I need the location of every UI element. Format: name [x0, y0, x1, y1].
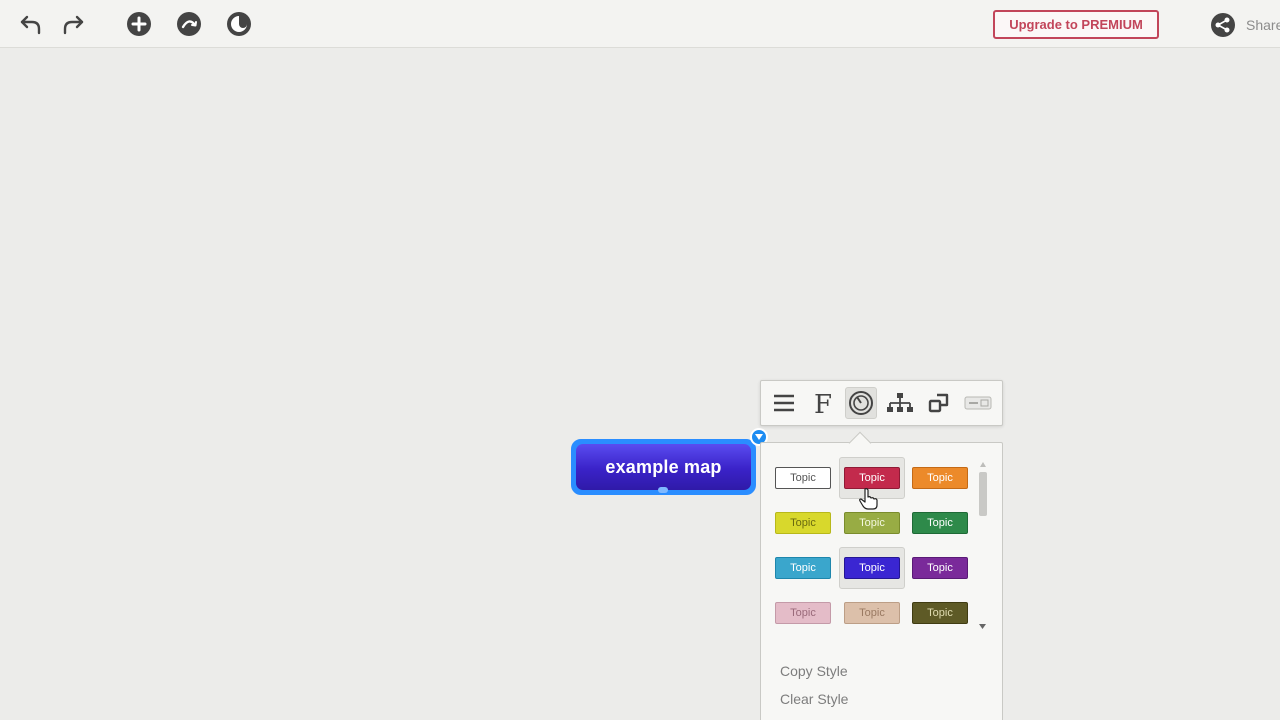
add-topic-icon[interactable] [124, 9, 154, 39]
undo-icon[interactable] [16, 9, 46, 39]
share-button[interactable]: Share [1210, 12, 1280, 38]
copy-style-item[interactable]: Copy Style [780, 663, 848, 679]
style-swatch[interactable]: Topic [775, 557, 831, 579]
format-tabs-bar: F [760, 380, 1003, 426]
top-toolbar: Upgrade to PREMIUM Share [0, 0, 1280, 48]
shape-icon[interactable] [923, 387, 955, 419]
style-swatch[interactable]: Topic [775, 467, 831, 489]
style-swatch[interactable]: Topic [912, 557, 968, 579]
style-swatch[interactable]: Topic [912, 602, 968, 624]
style-swatch[interactable]: Topic [844, 467, 900, 489]
relation-icon[interactable] [174, 9, 204, 39]
scroll-thumb[interactable] [979, 472, 987, 516]
text-align-icon[interactable] [768, 387, 800, 419]
style-swatch[interactable]: Topic [844, 557, 900, 579]
svg-text:F: F [814, 390, 832, 416]
style-icon[interactable] [845, 387, 877, 419]
relation-line-icon[interactable] [962, 387, 994, 419]
style-swatch[interactable]: Topic [775, 602, 831, 624]
share-label: Share [1246, 17, 1280, 33]
structure-icon[interactable] [884, 387, 916, 419]
share-icon [1211, 13, 1235, 37]
redo-icon[interactable] [58, 9, 88, 39]
clear-style-item[interactable]: Clear Style [780, 691, 848, 707]
central-topic-label: example map [576, 444, 751, 490]
upgrade-premium-button[interactable]: Upgrade to PREMIUM [993, 10, 1159, 39]
style-swatch[interactable]: Topic [912, 512, 968, 534]
style-swatch[interactable]: Topic [844, 602, 900, 624]
style-swatch[interactable]: Topic [844, 512, 900, 534]
theme-icon[interactable] [224, 9, 254, 39]
scroll-down-icon[interactable] [979, 624, 986, 629]
style-swatch[interactable]: Topic [912, 467, 968, 489]
node-connector-handle[interactable] [658, 487, 668, 493]
scroll-up-icon[interactable] [980, 462, 986, 467]
style-swatch[interactable]: Topic [775, 512, 831, 534]
font-icon[interactable]: F [807, 387, 839, 419]
hand-cursor-icon [859, 488, 878, 510]
